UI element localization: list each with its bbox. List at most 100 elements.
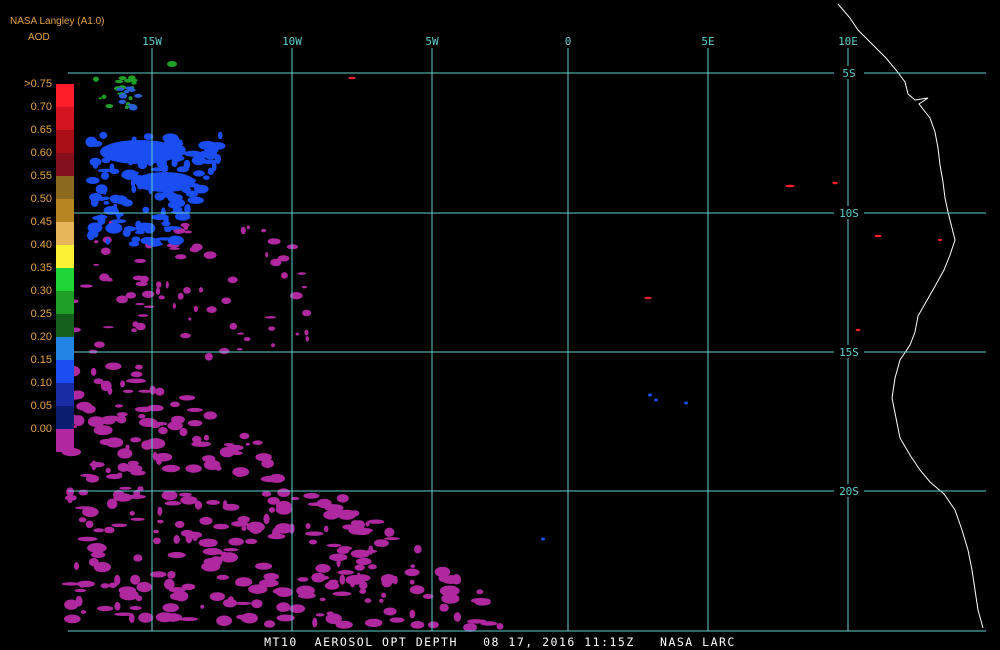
aod-patch <box>117 472 123 476</box>
aod-patch <box>148 240 159 244</box>
aod-patch <box>187 196 204 205</box>
aod-patch <box>100 583 110 589</box>
aod-patch <box>178 617 199 622</box>
colorbar-tick-label: >0.75 <box>24 78 52 90</box>
aod-patch <box>243 337 251 342</box>
aod-patch <box>86 176 100 185</box>
aod-patch <box>200 604 205 609</box>
aod-patch <box>106 498 118 510</box>
aod-patch <box>164 501 182 506</box>
aod-patch <box>169 247 180 250</box>
aod-patch <box>268 507 276 513</box>
aod-patch <box>648 393 652 397</box>
aod-patch <box>139 417 158 427</box>
aod-patch <box>176 166 189 173</box>
aod-patch <box>96 605 114 612</box>
longitude-label: 5E <box>701 35 714 48</box>
aod-patch <box>167 61 177 67</box>
aod-patch <box>315 613 325 617</box>
aod-patch <box>131 328 137 333</box>
aod-patch <box>105 238 111 245</box>
source-label: NASA Langley (A1.0) <box>10 16 105 27</box>
satellite-map: 15W 10W 5W 0 5E 10E 5S 10S 15S 20S <box>61 3 986 632</box>
colorbar-tick-label: 0.45 <box>30 216 52 228</box>
aod-patch <box>364 598 372 603</box>
image-caption: MT10 AEROSOL OPT DEPTH 08 17, 2016 11:15… <box>264 635 736 649</box>
aod-patch <box>203 251 217 259</box>
aod-patch <box>255 562 273 570</box>
aod-patch <box>125 444 130 450</box>
aod-patch <box>272 589 281 594</box>
aod-patch <box>187 531 203 539</box>
aod-patch <box>427 621 439 629</box>
aod-patch <box>179 427 188 437</box>
aod-patch <box>236 347 243 351</box>
aod-patch <box>179 492 192 497</box>
aod-patch <box>105 222 123 234</box>
aod-patch <box>202 175 210 180</box>
aod-patch <box>368 545 374 555</box>
product-label: AOD <box>28 32 50 43</box>
aod-patch <box>496 623 504 630</box>
aod-patch <box>165 281 169 289</box>
aod-patch <box>161 221 171 227</box>
aod-patch <box>541 537 545 541</box>
aod-patch <box>163 226 182 230</box>
aod-patch <box>245 442 250 446</box>
aod-patch <box>154 192 166 201</box>
aod-patch <box>227 276 238 284</box>
aod-patch <box>218 131 223 140</box>
aod-patch <box>410 620 425 629</box>
aod-patch <box>232 451 243 456</box>
aod-patch <box>138 612 154 623</box>
colorbar-swatch <box>56 84 74 107</box>
aod-patch <box>206 500 220 505</box>
aod-patch <box>410 564 416 569</box>
aod-patch <box>141 440 153 450</box>
aod-patch <box>177 292 184 300</box>
aod-patch <box>80 284 93 288</box>
colorbar-tick-label: 0.00 <box>30 423 52 435</box>
colorbar-swatch <box>56 153 74 176</box>
aod-patch <box>307 502 324 507</box>
aod-patch <box>654 398 658 402</box>
aod-patch <box>129 78 138 83</box>
aod-patch <box>98 97 102 100</box>
aod-patch <box>119 589 139 601</box>
aod-patch <box>281 272 288 279</box>
aod-patch <box>274 523 293 534</box>
colorbar-swatch <box>56 176 74 199</box>
colorbar-swatch <box>56 383 74 406</box>
colorbar-tick-label: 0.70 <box>30 101 52 113</box>
aod-patch <box>246 521 265 533</box>
aod-patch <box>100 247 111 256</box>
aod-patch <box>389 617 405 623</box>
aod-patch <box>126 171 139 175</box>
aod-patch <box>92 230 99 238</box>
aod-patch <box>104 526 115 534</box>
aod-patch <box>132 321 139 328</box>
aod-patch <box>219 348 230 355</box>
aod-patch <box>135 224 146 233</box>
aod-patch <box>413 544 422 554</box>
aod-patch <box>175 254 187 260</box>
aod-patch <box>173 141 184 147</box>
aod-patch <box>137 486 144 492</box>
aod-patch <box>138 414 146 419</box>
aod-patch <box>220 552 238 563</box>
aod-patch <box>80 610 87 614</box>
aod-patch <box>164 578 175 590</box>
colorbar-swatch <box>56 360 74 383</box>
aod-patch <box>156 519 164 524</box>
aod-patch <box>67 496 73 504</box>
aod-patch <box>135 364 143 370</box>
aod-patch <box>120 380 126 388</box>
aod-patch <box>66 487 75 497</box>
aod-patch <box>132 275 145 281</box>
aod-patch <box>118 93 128 99</box>
aod-patch <box>368 564 377 570</box>
aod-patch <box>439 585 460 597</box>
aod-patch <box>123 389 134 394</box>
latitude-label: 20S <box>839 485 859 498</box>
aod-patch <box>392 575 398 585</box>
